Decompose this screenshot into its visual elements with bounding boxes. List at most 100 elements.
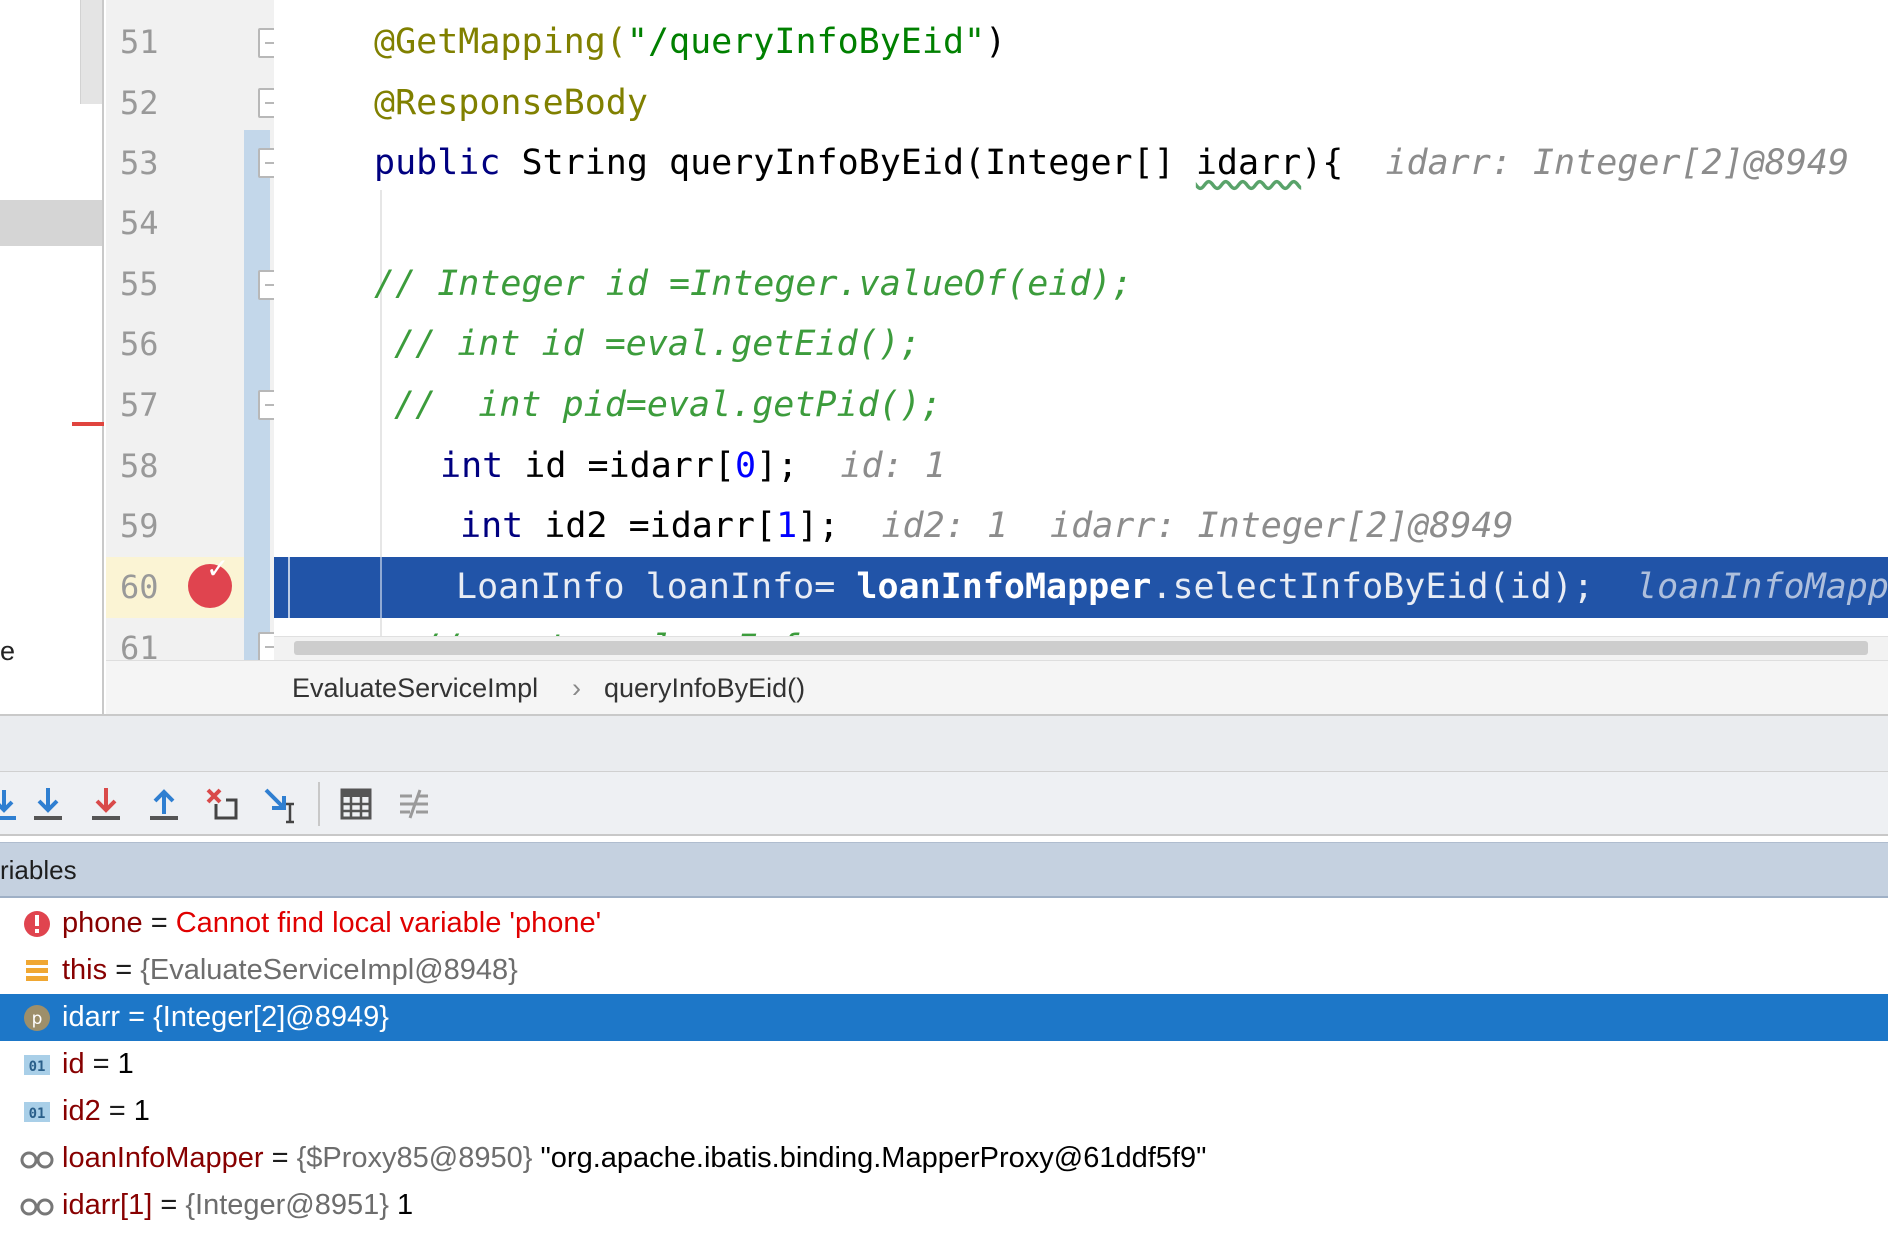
variable-name: loanInfoMapper — [62, 1142, 264, 1174]
code-line-55[interactable]: // Integer id =Integer.valueOf(eid); — [374, 254, 1133, 315]
variable-name: idarr — [62, 1001, 121, 1033]
code-editor[interactable]: @GetMapping("/queryInfoByEid") @Response… — [274, 0, 1888, 660]
keyword-token: public — [374, 143, 501, 183]
variable-row[interactable]: idarr[1] = {Integer@8951} 1 — [0, 1182, 1888, 1229]
line-number[interactable]: 57 — [120, 375, 159, 436]
variable-equals: = — [107, 954, 141, 986]
execution-point-line[interactable]: LoanInfo loanInfo= loanInfoMapper.select… — [274, 557, 1888, 618]
keyword-token: int — [460, 506, 524, 546]
annotation-token: @ResponseBody — [374, 83, 648, 123]
variables-title: riables — [0, 855, 77, 885]
project-scrollbar[interactable] — [80, 0, 102, 104]
breadcrumb: EvaluateServiceImpl › queryInfoByEid() — [106, 660, 1888, 714]
step-out-icon[interactable] — [142, 782, 186, 826]
code-line-53[interactable]: public String queryInfoByEid(Integer[] i… — [374, 133, 1849, 194]
line-number[interactable]: 56 — [120, 314, 159, 375]
watch-icon — [20, 1198, 54, 1216]
code-line-51[interactable]: @GetMapping("/queryInfoByEid") — [374, 12, 1006, 73]
code-line-52[interactable]: @ResponseBody — [374, 73, 648, 134]
debug-toolbar — [0, 772, 1888, 836]
error-icon — [24, 911, 50, 937]
code-text: ) — [985, 22, 1007, 62]
error-marker — [72, 422, 104, 426]
variable-equals: = — [120, 1001, 154, 1033]
code-text: id =idarr[ — [503, 446, 736, 486]
code-text: ]; — [756, 446, 799, 486]
code-line-59[interactable]: int id2 =idarr[1]; id2: 1 idarr: Integer… — [460, 496, 1514, 557]
comment-token: // int pid=eval.getPid(); — [394, 385, 942, 425]
inline-debug-hint: id: 1 — [798, 446, 946, 486]
variable-value: "org.apache.ibatis.binding.MapperProxy@6… — [532, 1142, 1207, 1174]
variable-row[interactable]: 01 id = 1 — [0, 1041, 1888, 1088]
project-item-fragment[interactable]: e — [0, 636, 15, 667]
run-to-cursor-icon[interactable] — [258, 782, 302, 826]
variable-ref: {EvaluateServiceImpl@8948} — [140, 954, 518, 986]
debug-panel-header — [0, 714, 1888, 772]
field-token: loanInfoMapper — [856, 567, 1152, 607]
variable-value: 1 — [388, 1189, 414, 1221]
primitive-icon: 01 — [24, 1055, 50, 1075]
variable-name: id — [62, 1048, 85, 1080]
variable-name: this — [62, 954, 108, 986]
variable-equals: = — [152, 1189, 186, 1221]
code-line-58[interactable]: int id =idarr[0]; id: 1 — [440, 436, 946, 497]
project-panel: e — [0, 0, 104, 714]
variable-name: id2 — [62, 1095, 101, 1127]
breadcrumb-class[interactable]: EvaluateServiceImpl — [292, 673, 538, 704]
svg-text:01: 01 — [29, 1106, 46, 1122]
svg-text:01: 01 — [29, 1059, 46, 1075]
variable-row[interactable]: 01 id2 = 1 — [0, 1088, 1888, 1135]
number-token: 1 — [776, 506, 798, 546]
indent-guide — [380, 557, 382, 618]
variable-row[interactable]: this = {EvaluateServiceImpl@8948} — [0, 947, 1888, 994]
inline-debug-hint: loanInfoMapper: {$Proxy85@8950} — [1636, 567, 1888, 607]
line-number[interactable]: 52 — [120, 73, 159, 134]
comment-token: // int id =eval.getEid(); — [394, 324, 921, 364]
code-line-56[interactable]: // int id =eval.getEid(); — [394, 314, 921, 375]
force-step-into-icon[interactable] — [84, 782, 128, 826]
inline-debug-hint: idarr: Integer[2]@8949 — [1343, 143, 1850, 183]
watch-icon — [20, 1151, 54, 1169]
variable-equals: = — [100, 1095, 134, 1127]
code-line-57[interactable]: // int pid=eval.getPid(); — [394, 375, 942, 436]
keyword-token: int — [440, 446, 504, 486]
breadcrumb-separator: › — [572, 673, 581, 703]
line-number[interactable]: 60 — [120, 557, 159, 618]
project-selected-row[interactable] — [0, 200, 102, 246]
horizontal-scrollbar[interactable] — [274, 636, 1888, 660]
code-line-60[interactable]: LoanInfo loanInfo= loanInfoMapper.select… — [456, 557, 1888, 618]
breadcrumb-method[interactable]: queryInfoByEid() — [604, 673, 805, 704]
variable-row-selected[interactable]: p idarr = {Integer[2]@8949} — [0, 994, 1888, 1041]
line-number[interactable]: 58 — [120, 436, 159, 497]
evaluate-expression-icon[interactable] — [334, 782, 378, 826]
this-object-icon — [26, 960, 48, 981]
variable-value: 1 — [117, 1048, 134, 1080]
code-text: LoanInfo loanInfo= — [456, 567, 857, 607]
line-number[interactable]: 51 — [120, 12, 159, 73]
variable-equals: = — [84, 1048, 118, 1080]
svg-text:p: p — [32, 1009, 43, 1029]
drop-frame-icon[interactable] — [200, 782, 244, 826]
variable-value: 1 — [133, 1095, 150, 1127]
code-text: .selectInfoByEid(id); — [1151, 567, 1594, 607]
line-number[interactable]: 55 — [120, 254, 159, 315]
variable-ref: {Integer[2]@8949} — [153, 1001, 389, 1033]
line-number[interactable]: 53 — [120, 133, 159, 194]
comment-token: // Integer id =Integer.valueOf(eid); — [374, 264, 1133, 304]
line-number[interactable]: 54 — [120, 193, 159, 254]
step-over-icon[interactable] — [0, 782, 26, 826]
variable-ref: {$Proxy85@8950} — [296, 1142, 533, 1174]
parameter-icon: p — [24, 1005, 50, 1031]
breakpoint-verified-check-icon: ✓ — [206, 552, 230, 585]
annotation-token: @GetMapping( — [374, 22, 627, 62]
code-text: ]; — [797, 506, 840, 546]
step-into-icon[interactable] — [26, 782, 70, 826]
line-number[interactable]: 59 — [120, 496, 159, 557]
scrollbar-thumb[interactable] — [294, 641, 1868, 655]
code-text: id2 =idarr[ — [523, 506, 777, 546]
variable-row[interactable]: phone = Cannot find local variable 'phon… — [0, 900, 1888, 947]
trace-stream-icon[interactable] — [392, 782, 436, 826]
variables-tree[interactable]: phone = Cannot find local variable 'phon… — [0, 900, 1888, 1239]
code-text: String queryInfoByEid(Integer[] — [500, 143, 1196, 183]
variable-row[interactable]: loanInfoMapper = {$Proxy85@8950} "org.ap… — [0, 1135, 1888, 1182]
